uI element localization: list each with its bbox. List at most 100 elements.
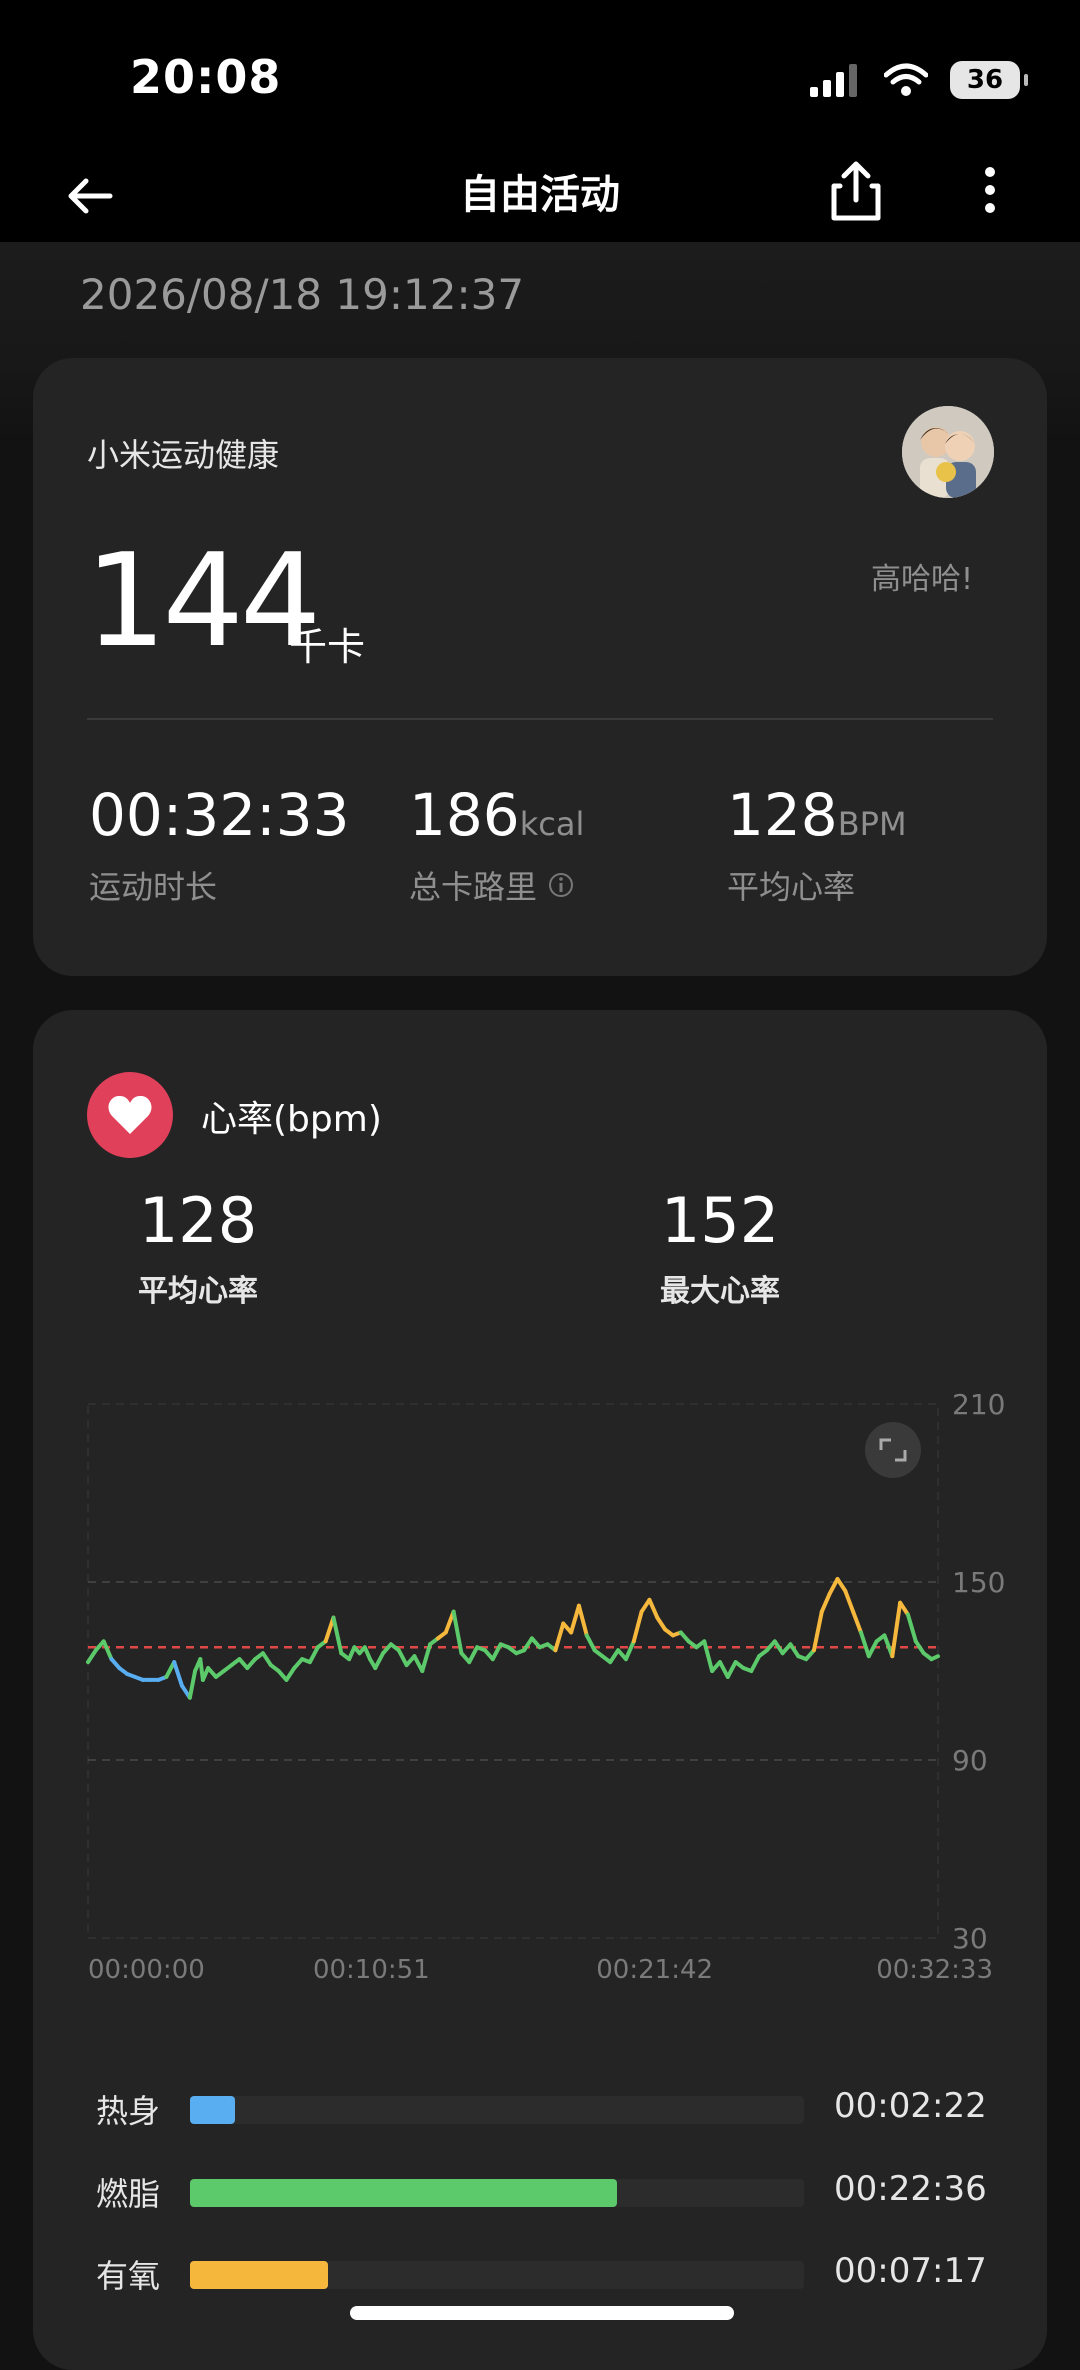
zone-row-fat-burn: 燃脂 00:22:36 (96, 2163, 996, 2219)
nav-bar: 自由活动 (0, 150, 1080, 242)
heart-rate-chart: 210 150 90 30 00:00:00 00:10:51 00:21:42 00:32… (86, 1388, 1005, 1985)
zone-time: 00:07:17 (834, 2251, 987, 2291)
heart-rate-line-segment (819, 1591, 832, 1614)
zone-bar (190, 2179, 617, 2207)
zone-track (190, 2179, 804, 2207)
heart-rate-line-segment (307, 1645, 320, 1665)
heart-rate-line-segment (929, 1654, 940, 1662)
zone-label: 有氧 (96, 2257, 161, 2295)
heart-rate-line-segment (866, 1639, 879, 1659)
stat-unit: kcal (519, 805, 585, 843)
heart-rate-line-segment (284, 1666, 297, 1682)
max-heart-rate-value: 152 (660, 1184, 780, 1257)
zone-label: 热身 (96, 2092, 161, 2130)
page-title: 自由活动 (460, 172, 620, 218)
status-icons: 36 (810, 58, 1028, 102)
zone-bar (190, 2096, 235, 2124)
heart-rate-line-segment (647, 1597, 660, 1620)
chart-frame (87, 1403, 939, 1939)
heart-rate-line-segment (172, 1660, 185, 1688)
zone-label: 燃脂 (96, 2175, 161, 2213)
heart-icon (87, 1072, 173, 1158)
avatar[interactable] (902, 406, 994, 498)
heart-rate-line-segment (858, 1630, 871, 1659)
user-name: 高哈哈! (870, 562, 973, 597)
heart-rate-line-segment (702, 1639, 715, 1673)
avg-heart-rate: 128 平均心率 (78, 1190, 318, 1310)
heart-rate-line-segment (331, 1615, 344, 1656)
more-vertical-icon[interactable] (970, 156, 1010, 226)
x-tick-label: 00:10:51 (313, 1955, 430, 1985)
heart-rate-line-segment (843, 1588, 856, 1614)
summary-card: 小米运动健康 高哈哈! 144 千卡 00:32:33 运动时长 186kcal… (33, 358, 1047, 976)
heart-rate-line-segment (898, 1600, 910, 1617)
status-bar: 20:08 36 (0, 0, 1080, 150)
y-tick-label: 150 (952, 1566, 1005, 1599)
stat-value: 128 (727, 781, 838, 849)
cellular-signal-icon (810, 64, 857, 97)
share-icon[interactable] (826, 156, 886, 226)
stat-unit: BPM (837, 805, 907, 843)
heart-rate-line-segment (569, 1603, 581, 1635)
stat-duration: 00:32:33 运动时长 (89, 786, 350, 906)
zone-track (190, 2261, 804, 2289)
max-heart-rate: 152 最大心率 (600, 1190, 840, 1310)
heart-rate-title: 心率(bpm) (201, 1099, 382, 1140)
calories-value: 144 (85, 527, 321, 676)
stat-avg-heart-rate: 128BPM 平均心率 (727, 786, 907, 906)
info-icon[interactable] (547, 871, 575, 899)
stat-value: 186 (409, 781, 520, 849)
zone-row-aerobic: 有氧 00:07:17 (96, 2245, 996, 2301)
app-name: 小米运动健康 (87, 436, 280, 474)
heart-rate-line-segment (187, 1669, 198, 1700)
heart-rate-line-segment (623, 1639, 636, 1662)
heart-rate-line-segment (749, 1654, 762, 1673)
zone-time: 00:22:36 (834, 2169, 987, 2209)
heart-rate-line-segment (86, 1648, 98, 1665)
heart-rate-line-segment (467, 1645, 480, 1665)
stat-total-calories: 186kcal 总卡路里 (409, 786, 585, 906)
heart-rate-line-segment (905, 1612, 918, 1644)
heart-rate-line-segment (725, 1660, 738, 1679)
heart-rate-line-segment (373, 1651, 386, 1671)
avg-heart-rate-label: 平均心率 (138, 1274, 258, 1309)
zone-time: 00:02:22 (834, 2086, 987, 2126)
heart-rate-line-segment (655, 1615, 668, 1632)
y-tick-label: 90 (952, 1744, 988, 1777)
y-tick-label: 30 (952, 1922, 988, 1955)
stat-label: 平均心率 (727, 868, 856, 906)
zone-bar (190, 2261, 328, 2289)
stat-label: 总卡路里 (409, 868, 538, 906)
heart-rate-line-segment (811, 1609, 824, 1653)
status-time: 20:08 (130, 50, 282, 104)
wifi-icon (884, 63, 928, 96)
workout-datetime: 2026/08/18 19:12:37 (80, 270, 525, 319)
heart-rate-line-segment (396, 1648, 409, 1668)
heart-rate-line-segment (890, 1600, 903, 1659)
home-indicator (350, 2306, 734, 2320)
heart-rate-line-segment (260, 1651, 273, 1668)
heart-rate-line-segment (717, 1660, 730, 1679)
heart-rate-line-segment (851, 1609, 863, 1635)
avatar-photo (902, 406, 994, 498)
max-heart-rate-label: 最大心率 (660, 1274, 780, 1309)
avg-heart-rate-value: 128 (138, 1184, 258, 1257)
calories-unit: 千卡 (289, 625, 366, 669)
x-tick-label: 00:21:42 (596, 1955, 713, 1985)
zone-row-warmup: 热身 00:02:22 (96, 2080, 996, 2136)
zone-track (190, 2096, 804, 2124)
x-tick-label: 00:00:00 (88, 1955, 205, 1985)
stat-label: 运动时长 (89, 868, 218, 906)
heart-rate-line-segment (608, 1648, 621, 1665)
heart-rate-line-segment (584, 1633, 597, 1653)
heart-rate-line-segment (835, 1577, 848, 1593)
battery-indicator: 36 (950, 61, 1028, 99)
divider (87, 718, 993, 720)
heart-rate-line-segment (631, 1609, 644, 1644)
stat-value: 00:32:33 (89, 781, 350, 849)
heart-rate-line-segment (553, 1621, 566, 1653)
x-tick-label: 00:32:33 (876, 1955, 993, 1985)
fullscreen-button[interactable] (865, 1422, 921, 1478)
y-tick-label: 210 (952, 1388, 1005, 1421)
heart-rate-line-segment (101, 1639, 114, 1662)
